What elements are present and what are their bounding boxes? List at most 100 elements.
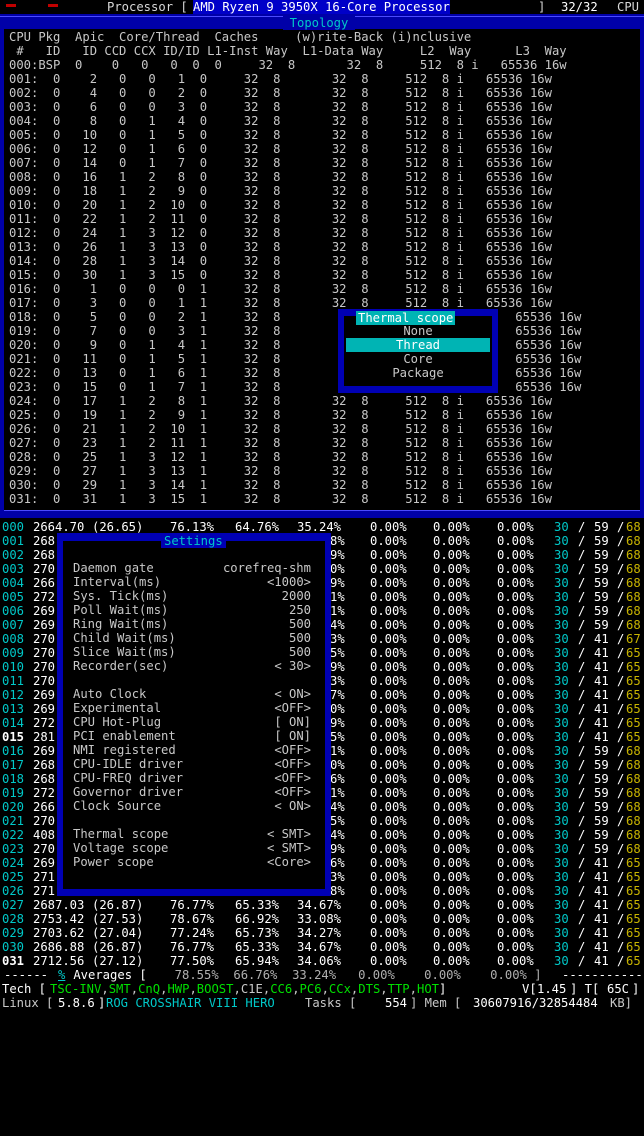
settings-row[interactable]: Recorder(sec) < 30> <box>73 659 319 673</box>
core-temp-sep: / <box>578 954 586 968</box>
core-c7: 0.00% <box>433 632 470 646</box>
core-temp-cur: 41 <box>594 940 609 954</box>
thermal-option-core[interactable]: Core <box>346 352 490 366</box>
core-c1: 66.92% <box>235 912 280 926</box>
core-c7: 0.00% <box>433 744 470 758</box>
core-temp-min: 30 <box>554 548 569 562</box>
settings-row[interactable]: Clock Source < ON> <box>73 799 319 813</box>
core-frequency: 269 <box>33 744 56 758</box>
core-temp-min: 30 <box>554 632 569 646</box>
settings-row[interactable]: Ring Wait(ms) 500 <box>73 617 319 631</box>
core-temp-sep2: / <box>617 590 625 604</box>
core-temp-sep2: / <box>617 702 625 716</box>
voltage-value: 1.45 <box>537 982 567 996</box>
settings-row[interactable]: NMI registered <OFF> <box>73 743 319 757</box>
core-cstate: 0.00% <box>497 604 534 618</box>
core-temp-sep2: / <box>617 674 625 688</box>
thermal-scope-menu[interactable]: Thermal scope None Thread Core Package <box>338 309 498 393</box>
core-temp-cur: 41 <box>594 660 609 674</box>
tech-item: CCx <box>328 982 351 996</box>
core-frequency: 268 <box>33 534 56 548</box>
thermal-option-none[interactable]: None <box>346 324 490 338</box>
core-ratio: (26.87) <box>92 898 144 912</box>
settings-window[interactable]: Settings Daemon gate corefreq-shm Interval… <box>57 533 331 896</box>
averages-percent-toggle[interactable]: % <box>58 968 65 982</box>
core-c3-tail: 5% <box>330 814 345 828</box>
core-temp-cur: 59 <box>594 772 609 786</box>
topology-row: 003: 0 6 0 0 3 0 32 8 32 8 512 8 i 65536… <box>9 100 552 114</box>
settings-row[interactable]: Voltage scope < SMT> <box>73 841 319 855</box>
averages-prefix: ------ <box>4 968 56 982</box>
settings-row[interactable]: Auto Clock < ON> <box>73 687 319 701</box>
settings-row[interactable]: CPU-IDLE driver <OFF> <box>73 757 319 771</box>
core-c7: 0.00% <box>433 926 470 940</box>
core-c3-tail: 9% <box>330 716 345 730</box>
settings-key: Slice Wait(ms) <box>73 645 176 659</box>
tech-item: DTS <box>358 982 381 996</box>
settings-row[interactable]: Thermal scope < SMT> <box>73 827 319 841</box>
thermal-option-thread[interactable]: Thread <box>346 338 490 352</box>
core-temp-cur: 41 <box>594 730 609 744</box>
settings-row[interactable]: Interval(ms) <1000> <box>73 575 319 589</box>
core-temp-sep2: / <box>617 772 625 786</box>
topology-row: 029: 0 27 1 3 13 1 32 8 32 8 512 8 i 655… <box>9 464 552 478</box>
settings-row[interactable]: Daemon gate corefreq-shm <box>73 561 319 575</box>
core-temp-max: 68 <box>626 520 641 534</box>
core-c6: 0.00% <box>370 674 407 688</box>
settings-row[interactable]: PCI enablement [ ON] <box>73 729 319 743</box>
settings-row[interactable]: Poll Wait(ms) 250 <box>73 603 319 617</box>
core-temp-min: 30 <box>554 772 569 786</box>
averages-suffix: ----------- <box>562 968 643 982</box>
core-cstate: 0.00% <box>497 828 534 842</box>
core-temp-cur: 41 <box>594 884 609 898</box>
settings-value: 500 <box>288 617 311 631</box>
core-cstate: 0.00% <box>497 884 534 898</box>
core-temp-sep2: / <box>617 744 625 758</box>
settings-row[interactable]: CPU-FREQ driver <OFF> <box>73 771 319 785</box>
core-temp-sep: / <box>578 828 586 842</box>
settings-row[interactable]: CPU Hot-Plug [ ON] <box>73 715 319 729</box>
topology-row: 012: 0 24 1 3 12 0 32 8 32 8 512 8 i 655… <box>9 226 552 240</box>
core-temp-cur: 59 <box>594 534 609 548</box>
core-temp-cur: 41 <box>594 702 609 716</box>
core-frequency: 271 <box>33 870 56 884</box>
settings-value: < SMT> <box>266 841 311 855</box>
core-temp-sep2: / <box>617 534 625 548</box>
core-temp-sep: / <box>578 814 586 828</box>
core-temp-sep2: / <box>617 800 625 814</box>
core-c6: 0.00% <box>370 758 407 772</box>
core-temp-cur: 59 <box>594 758 609 772</box>
core-c6: 0.00% <box>370 940 407 954</box>
core-frequency: 270 <box>33 660 56 674</box>
settings-value: < ON> <box>274 687 311 701</box>
settings-key: PCI enablement <box>73 729 176 743</box>
core-temp-sep2: / <box>617 940 625 954</box>
core-temp-sep2: / <box>617 758 625 772</box>
tech-sep: , <box>292 982 300 996</box>
core-id: 029 <box>2 926 25 940</box>
core-id: 017 <box>2 758 25 772</box>
settings-row[interactable]: Power scope <Core> <box>73 855 319 869</box>
tech-item: HWP <box>167 982 190 996</box>
tech-close: ] <box>439 982 447 996</box>
core-temp-sep: / <box>578 562 586 576</box>
core-c3-tail: 4% <box>330 618 345 632</box>
topology-row: 013: 0 26 1 3 13 0 32 8 32 8 512 8 i 655… <box>9 240 552 254</box>
settings-row[interactable]: Sys. Tick(ms) 2000 <box>73 589 319 603</box>
settings-row[interactable]: Slice Wait(ms) 500 <box>73 645 319 659</box>
settings-key: CPU-FREQ driver <box>73 771 184 785</box>
core-cstate: 0.00% <box>497 674 534 688</box>
settings-row[interactable]: Child Wait(ms) 500 <box>73 631 319 645</box>
core-c7: 0.00% <box>433 674 470 688</box>
core-temp-max: 65 <box>626 856 641 870</box>
settings-row[interactable]: Experimental <OFF> <box>73 701 319 715</box>
core-c1: 64.76% <box>235 520 280 534</box>
core-c3-tail: 0% <box>330 562 345 576</box>
core-temp-cur: 41 <box>594 716 609 730</box>
core-temp-max: 68 <box>626 828 641 842</box>
core-cstate: 0.00% <box>497 534 534 548</box>
core-c6: 0.00% <box>370 870 407 884</box>
core-frequency: 2686.88 <box>33 940 85 954</box>
thermal-option-package[interactable]: Package <box>346 366 490 380</box>
settings-row[interactable]: Governor driver <OFF> <box>73 785 319 799</box>
